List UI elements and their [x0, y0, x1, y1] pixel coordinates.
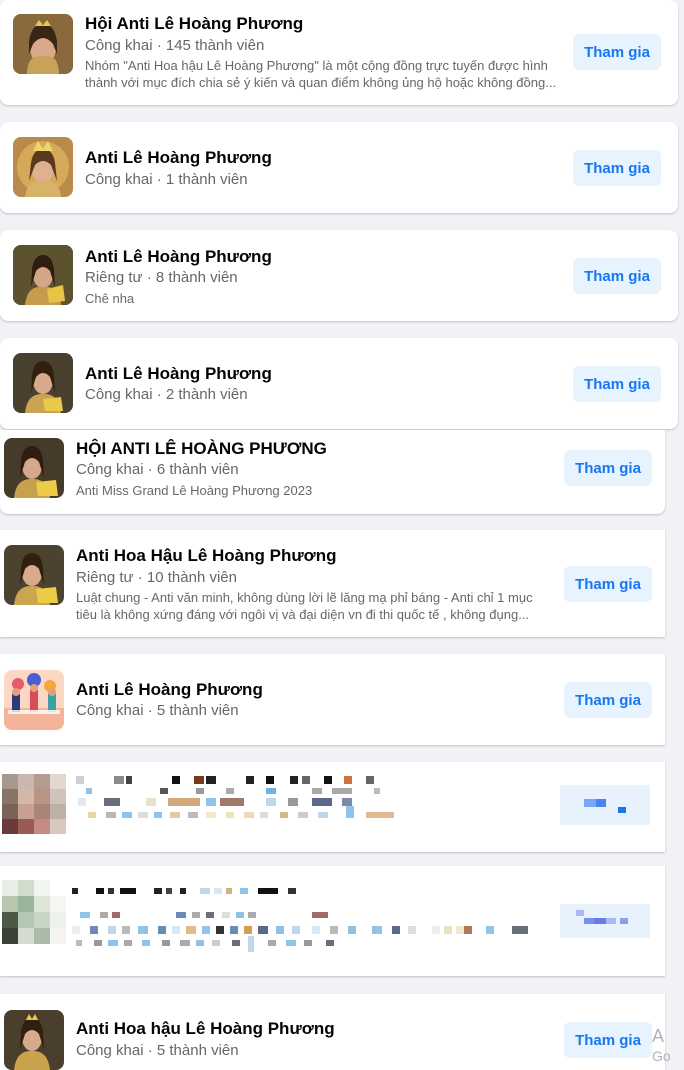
group-card-3[interactable]: Anti Lê Hoàng Phương Riêng tư · 8 thành … [0, 230, 678, 321]
group-title[interactable]: Anti Hoa hậu Lê Hoàng Phương [76, 1019, 335, 1039]
join-button[interactable]: Tham gia [573, 258, 661, 294]
redacted-text [72, 886, 542, 960]
group-meta: Công khai · 145 thành viên [85, 37, 265, 54]
group-description: Luật chung - Anti văn minh, không dùng l… [76, 590, 533, 622]
group-avatar-3[interactable] [13, 245, 73, 305]
group-card-2[interactable]: Anti Lê Hoàng Phương Công khai · 1 thành… [0, 122, 678, 213]
group-avatar-2[interactable] [13, 137, 73, 197]
redacted-group-card-2 [0, 866, 665, 976]
join-button[interactable]: Tham gia [573, 366, 661, 402]
group-avatar-6[interactable] [4, 545, 64, 605]
group-meta: Công khai · 5 thành viên [76, 702, 239, 719]
group-title[interactable]: Hội Anti Lê Hoàng Phương [85, 14, 303, 34]
redacted-button [560, 904, 650, 938]
group-avatar-1[interactable] [13, 14, 73, 74]
group-meta: Công khai · 2 thành viên [85, 386, 248, 403]
join-button[interactable]: Tham gia [564, 566, 652, 602]
group-card-1[interactable]: Hội Anti Lê Hoàng Phương Công khai · 145… [0, 0, 678, 105]
group-description: Nhóm "Anti Hoa hậu Lê Hoàng Phương" là m… [85, 58, 557, 90]
group-description: Chê nha [85, 291, 135, 306]
edge-overlay-text-2: Go [652, 1048, 671, 1064]
redacted-group-card-1 [0, 762, 665, 852]
join-button[interactable]: Tham gia [564, 450, 652, 486]
join-button[interactable]: Tham gia [573, 34, 661, 70]
group-avatar-8[interactable] [4, 1010, 64, 1070]
group-meta: Công khai · 6 thành viên [76, 461, 239, 478]
redacted-button [560, 785, 650, 825]
group-title[interactable]: Anti Lê Hoàng Phương [85, 364, 272, 384]
group-meta: Công khai · 5 thành viên [76, 1042, 239, 1059]
group-title[interactable]: HỘI ANTI LÊ HOÀNG PHƯƠNG [76, 439, 327, 459]
redacted-avatar [2, 880, 66, 944]
group-card-6[interactable]: Anti Hoa Hậu Lê Hoàng Phương Riêng tư · … [0, 530, 665, 637]
group-avatar-7[interactable] [4, 670, 64, 730]
join-button[interactable]: Tham gia [564, 682, 652, 718]
redacted-avatar [2, 774, 66, 834]
group-card-8[interactable]: Anti Hoa hậu Lê Hoàng Phương Công khai ·… [0, 994, 665, 1070]
join-button[interactable]: Tham gia [564, 1022, 652, 1058]
group-title[interactable]: Anti Hoa Hậu Lê Hoàng Phương [76, 546, 337, 566]
group-avatar-5[interactable] [4, 438, 64, 498]
group-card-7[interactable]: Anti Lê Hoàng Phương Công khai · 5 thành… [0, 654, 665, 745]
group-meta: Công khai · 1 thành viên [85, 171, 248, 188]
group-card-5[interactable]: HỘI ANTI LÊ HOÀNG PHƯƠNG Công khai · 6 t… [0, 430, 665, 514]
group-meta: Riêng tư · 8 thành viên [85, 269, 238, 286]
redacted-text [76, 776, 406, 836]
join-button[interactable]: Tham gia [573, 150, 661, 186]
group-title[interactable]: Anti Lê Hoàng Phương [76, 680, 263, 700]
group-meta: Riêng tư · 10 thành viên [76, 569, 237, 586]
group-title[interactable]: Anti Lê Hoàng Phương [85, 247, 272, 267]
group-card-4[interactable]: Anti Lê Hoàng Phương Công khai · 2 thành… [0, 338, 678, 429]
edge-overlay-text-1: A [652, 1026, 665, 1046]
group-description: Anti Miss Grand Lê Hoàng Phương 2023 [76, 483, 313, 498]
group-title[interactable]: Anti Lê Hoàng Phương [85, 148, 272, 168]
group-avatar-4[interactable] [13, 353, 73, 413]
